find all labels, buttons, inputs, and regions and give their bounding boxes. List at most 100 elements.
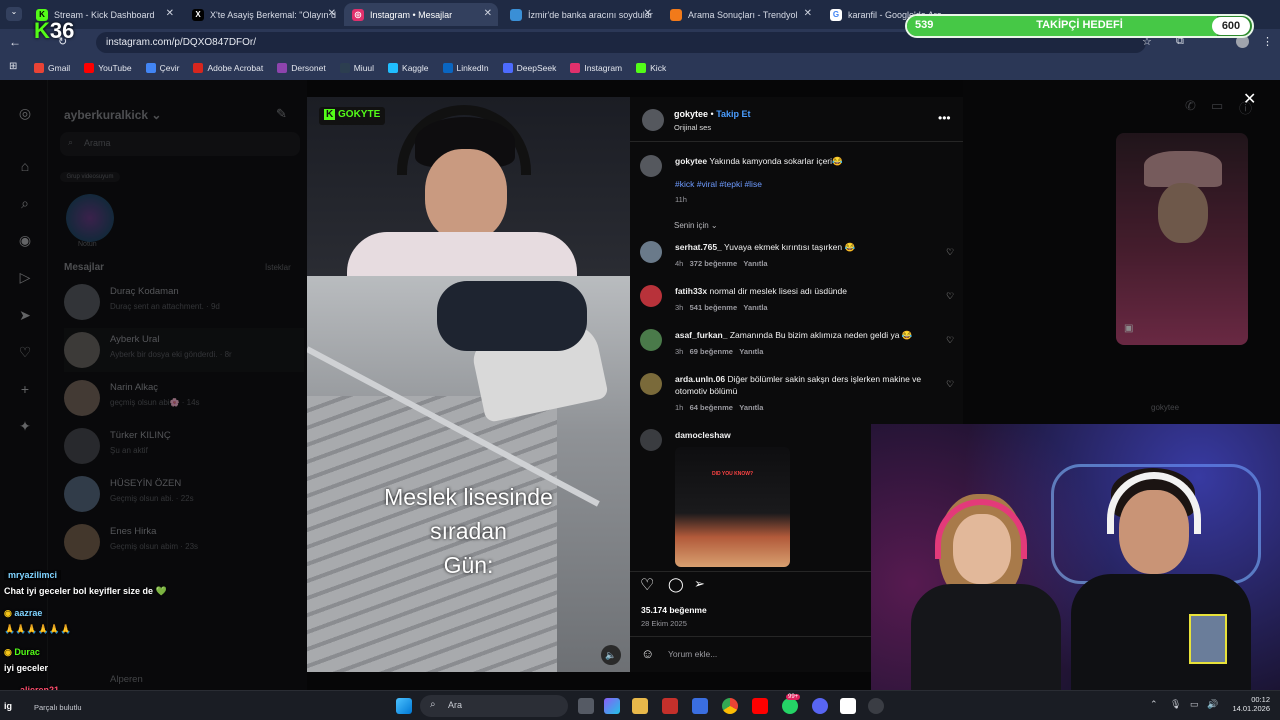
close-tab-icon[interactable]: ✕ bbox=[804, 8, 812, 19]
reply-button[interactable]: Yanıtla bbox=[739, 347, 763, 356]
bookmark-adobe[interactable]: Adobe Acrobat bbox=[193, 63, 263, 73]
share-icon[interactable]: ➢ bbox=[694, 576, 705, 592]
discord-icon[interactable] bbox=[812, 698, 828, 714]
bookmark-cevir[interactable]: Çevir bbox=[145, 63, 179, 73]
obs-icon[interactable] bbox=[868, 698, 884, 714]
comment-likes[interactable]: 69 beğenme bbox=[690, 347, 733, 356]
sort-comments[interactable]: Senin için ⌄ bbox=[674, 221, 718, 230]
close-tab-icon[interactable]: ✕ bbox=[166, 8, 174, 19]
mute-button[interactable]: 🔈 bbox=[601, 645, 621, 665]
close-tab-icon[interactable]: ✕ bbox=[484, 8, 492, 19]
author-avatar[interactable] bbox=[640, 155, 662, 177]
commenter-avatar[interactable] bbox=[640, 285, 662, 307]
like-comment-icon[interactable]: ♡ bbox=[946, 291, 954, 302]
author-name[interactable]: gokytee bbox=[674, 109, 708, 119]
clock-time: 00:12 bbox=[1251, 695, 1270, 704]
caption-line: Gün: bbox=[443, 552, 494, 578]
bookmark-label: Miuul bbox=[353, 63, 375, 73]
comment-likes[interactable]: 372 beğenme bbox=[690, 259, 738, 268]
close-tab-icon[interactable]: ✕ bbox=[644, 8, 652, 19]
copilot-icon[interactable] bbox=[604, 698, 620, 714]
bookmark-miuul[interactable]: Miuul bbox=[339, 63, 375, 73]
post-video[interactable]: K GOKYTE Meslek lisesinde sıradan Gün: 🔈 bbox=[307, 97, 630, 672]
commenter-avatar[interactable] bbox=[640, 241, 662, 263]
caption-text: gokytee Yakında kamyonda sokarlar içeri😂 bbox=[675, 155, 940, 167]
tab-x-post[interactable]: X X'te Asayiş Berkemal: "Olayın d ✕ bbox=[184, 3, 342, 26]
bookmark-kick[interactable]: Kick bbox=[636, 63, 666, 73]
bookmark-instagram[interactable]: Instagram bbox=[570, 63, 622, 73]
commenter-avatar[interactable] bbox=[640, 429, 662, 451]
comment-text: fatih33x normal dir meslek lisesi adı üs… bbox=[675, 285, 940, 297]
tab-trendyol[interactable]: Arama Sonuçları - Trendyol ✕ bbox=[662, 3, 818, 26]
volume-icon[interactable]: 🔊 bbox=[1207, 699, 1218, 710]
show-hidden-icons-icon[interactable]: ⌃ bbox=[1150, 699, 1158, 710]
weather-widget[interactable]: Parçalı bulutlu bbox=[34, 703, 82, 712]
commenter-avatar[interactable] bbox=[640, 329, 662, 351]
comment-likes[interactable]: 64 beğenme bbox=[690, 403, 733, 412]
youtube-icon bbox=[84, 63, 95, 73]
windows-start-icon[interactable] bbox=[396, 698, 412, 714]
emoji-icon[interactable]: ☺ bbox=[641, 646, 654, 661]
comment-icon[interactable]: ◯ bbox=[668, 576, 684, 593]
reply-button[interactable]: Yanıtla bbox=[743, 303, 767, 312]
folder-icon[interactable] bbox=[632, 698, 648, 714]
store-icon[interactable] bbox=[692, 698, 708, 714]
clock[interactable]: 00:12 14.01.2026 bbox=[1228, 695, 1270, 713]
bookmark-gmail[interactable]: Gmail bbox=[34, 63, 70, 73]
file-explorer-icon[interactable] bbox=[578, 698, 594, 714]
audio-label[interactable]: Orijinal ses bbox=[674, 123, 711, 132]
like-icon[interactable]: ♡ bbox=[640, 575, 654, 595]
menu-icon[interactable]: ⋮ bbox=[1262, 35, 1273, 48]
comment-user[interactable]: asaf_furkan_ bbox=[675, 330, 727, 340]
close-modal-icon[interactable]: ✕ bbox=[1243, 89, 1256, 109]
tab-instagram-messages[interactable]: ◎ Instagram • Mesajlar ✕ bbox=[344, 3, 498, 26]
reply-button[interactable]: Yanıtla bbox=[739, 403, 763, 412]
comment-user[interactable]: arda.unln.06 bbox=[675, 374, 725, 384]
chat-message: Chat iyi geceler bol keyifler size de 💚 bbox=[4, 586, 167, 596]
comment-user[interactable]: serhat.765_ bbox=[675, 242, 722, 252]
comment-user[interactable]: damocleshaw bbox=[675, 430, 731, 440]
youtube-icon[interactable] bbox=[752, 698, 768, 714]
bookmark-linkedin[interactable]: LinkedIn bbox=[442, 63, 489, 73]
caption-user[interactable]: gokytee bbox=[675, 156, 707, 166]
chrome-icon[interactable] bbox=[722, 698, 738, 714]
microphone-icon[interactable]: 🎙 bbox=[1170, 699, 1181, 710]
kick-icon: K bbox=[324, 109, 336, 120]
back-arrow-icon[interactable]: ← bbox=[9, 35, 21, 49]
bookmark-dersonet[interactable]: Dersonet bbox=[277, 63, 326, 73]
tab-izmir-news[interactable]: İzmir'de banka aracını soydular ✕ bbox=[502, 3, 658, 26]
post-date: 28 Ekim 2025 bbox=[641, 619, 687, 628]
reply-button[interactable]: Yanıtla bbox=[743, 259, 767, 268]
follow-button[interactable]: Takip Et bbox=[716, 109, 750, 119]
url-text: instagram.com/p/DQXO847DFOr/ bbox=[106, 37, 257, 48]
comment-text: arda.unln.06 Diğer bölümler sakin sakşn … bbox=[675, 373, 940, 397]
like-comment-icon[interactable]: ♡ bbox=[946, 379, 954, 390]
bookmark-youtube[interactable]: YouTube bbox=[84, 63, 132, 73]
taskbar-search[interactable]: ⌕ Ara bbox=[420, 695, 568, 717]
news-icon[interactable] bbox=[662, 698, 678, 714]
comment-text: asaf_furkan_ Zamanında Bu bizim aklımıza… bbox=[675, 329, 940, 341]
more-options-icon[interactable]: ••• bbox=[938, 111, 951, 125]
face-shape bbox=[425, 149, 507, 241]
commenter-avatar[interactable] bbox=[640, 373, 662, 395]
comment-sticker-image[interactable]: DID YOU KNOW? bbox=[675, 447, 790, 567]
goal-label: TAKİPÇİ HEDEFİ bbox=[1036, 19, 1123, 31]
bookmark-deepseek[interactable]: DeepSeek bbox=[502, 63, 556, 73]
network-icon[interactable]: ▭ bbox=[1190, 699, 1199, 710]
apps-grid-icon[interactable]: ⊞ bbox=[9, 61, 17, 72]
header-divider bbox=[630, 141, 963, 142]
tab-search-button[interactable]: ⌄ bbox=[6, 7, 22, 21]
like-comment-icon[interactable]: ♡ bbox=[946, 335, 954, 346]
hashtags[interactable]: #kick #viral #tepki #lise bbox=[675, 179, 762, 189]
comment-user[interactable]: fatih33x bbox=[675, 286, 707, 296]
whatsapp-icon[interactable] bbox=[782, 698, 798, 714]
like-comment-icon[interactable]: ♡ bbox=[946, 247, 954, 258]
comment-input[interactable]: Yorum ekle... bbox=[668, 649, 717, 659]
bookmark-kaggle[interactable]: Kaggle bbox=[388, 63, 429, 73]
chat-username-row: ◉ aazrae bbox=[4, 608, 42, 619]
author-avatar[interactable] bbox=[642, 109, 664, 131]
likes-count[interactable]: 35.174 beğenme bbox=[641, 605, 707, 615]
capcut-icon[interactable] bbox=[840, 698, 856, 714]
close-tab-icon[interactable]: ✕ bbox=[328, 8, 336, 19]
comment-likes[interactable]: 541 beğenme bbox=[690, 303, 738, 312]
